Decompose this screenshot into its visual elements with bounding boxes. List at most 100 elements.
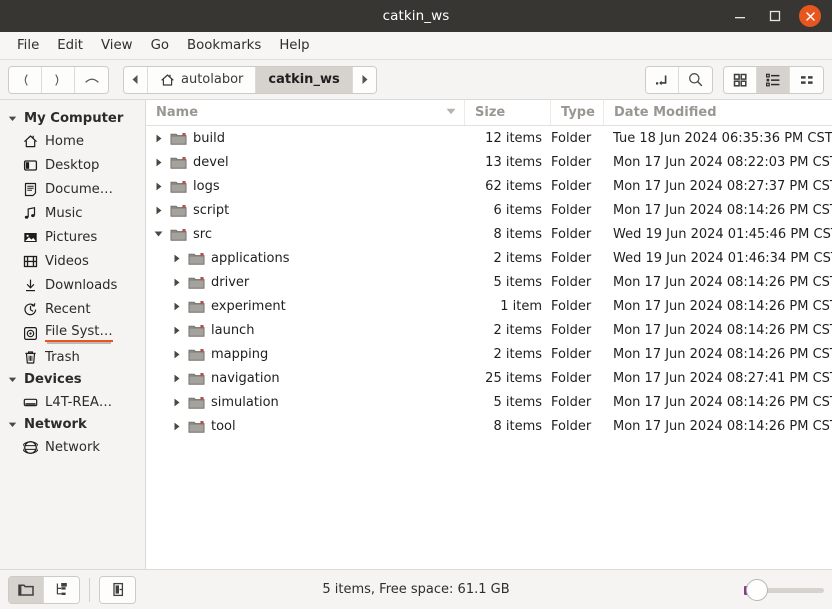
file-date-cell: Mon 17 Jun 2024 08:14:26 PM CST (604, 275, 832, 290)
table-row[interactable]: mapping 2 items Folder Mon 17 Jun 2024 0… (146, 342, 832, 366)
file-size-cell: 2 items (465, 251, 551, 266)
menu-file[interactable]: File (8, 35, 48, 56)
table-row[interactable]: logs 62 items Folder Mon 17 Jun 2024 08:… (146, 174, 832, 198)
breadcrumb-item-autolabor[interactable]: autolabor (148, 67, 256, 93)
sidebar-item-label: Home (45, 134, 84, 149)
file-type-cell: Folder (551, 131, 604, 146)
chevron-down-icon[interactable] (153, 229, 164, 240)
chevron-right-icon[interactable] (153, 133, 164, 144)
chevron-right-icon[interactable] (171, 349, 182, 360)
table-row[interactable]: launch 2 items Folder Mon 17 Jun 2024 08… (146, 318, 832, 342)
sidebar-section-devices[interactable]: Devices (0, 369, 145, 390)
sidebar-item-downloads[interactable]: Downloads (0, 273, 145, 297)
column-header-type[interactable]: Type (551, 100, 604, 125)
chevron-right-icon[interactable] (171, 325, 182, 336)
statusbar-divider (89, 578, 90, 602)
column-header-size[interactable]: Size (465, 100, 551, 125)
file-name-label: navigation (211, 371, 280, 386)
file-size-cell: 5 items (465, 395, 551, 410)
list-view-button[interactable] (757, 67, 790, 93)
sidebar-item-videos[interactable]: Videos (0, 249, 145, 273)
chevron-right-icon[interactable] (171, 421, 182, 432)
icon-view-button[interactable] (724, 67, 757, 93)
table-row[interactable]: navigation 25 items Folder Mon 17 Jun 20… (146, 366, 832, 390)
table-row[interactable]: build 12 items Folder Tue 18 Jun 2024 06… (146, 126, 832, 150)
chevron-right-icon[interactable] (153, 157, 164, 168)
column-header-date-modified[interactable]: Date Modified (604, 100, 832, 125)
zoom-slider[interactable] (744, 580, 824, 600)
minimize-button[interactable] (729, 5, 751, 27)
chevron-right-icon[interactable] (171, 397, 182, 408)
sidebar-item-l4t-readonly[interactable]: L4T-REA… (0, 390, 145, 414)
chevron-right-icon[interactable] (171, 277, 182, 288)
table-row[interactable]: tool 8 items Folder Mon 17 Jun 2024 08:1… (146, 414, 832, 438)
breadcrumb-scroll-right[interactable] (353, 67, 376, 93)
column-header-name[interactable]: Name (146, 100, 465, 125)
menu-go[interactable]: Go (142, 35, 178, 56)
sidebar-item-documents[interactable]: Docume… (0, 177, 145, 201)
file-date-cell: Mon 17 Jun 2024 08:14:26 PM CST (604, 347, 832, 362)
sidebar-section-label: My Computer (24, 111, 123, 126)
chevron-right-icon[interactable] (153, 205, 164, 216)
menu-help[interactable]: Help (270, 35, 318, 56)
sidebar-item-trash[interactable]: Trash (0, 345, 145, 369)
sidebar-item-recent[interactable]: Recent (0, 297, 145, 321)
table-row[interactable]: simulation 5 items Folder Mon 17 Jun 202… (146, 390, 832, 414)
breadcrumb-item-catkin_ws[interactable]: catkin_ws (256, 67, 352, 93)
back-button[interactable] (9, 67, 42, 93)
show-tree-button[interactable] (44, 577, 79, 603)
sidebar-item-label: Trash (45, 350, 80, 365)
maximize-button[interactable] (764, 5, 786, 27)
chevron-right-icon[interactable] (171, 253, 182, 264)
folder-icon (170, 226, 187, 243)
file-type-cell: Folder (551, 203, 604, 218)
menu-edit[interactable]: Edit (48, 35, 92, 56)
table-row[interactable]: driver 5 items Folder Mon 17 Jun 2024 08… (146, 270, 832, 294)
breadcrumb-label: autolabor (181, 72, 243, 87)
sidebar-section-network[interactable]: Network (0, 414, 145, 435)
forward-button[interactable] (42, 67, 75, 93)
sidebar-item-network[interactable]: Network (0, 435, 145, 459)
folder-icon (188, 418, 205, 435)
menu-bookmarks[interactable]: Bookmarks (178, 35, 270, 56)
table-row[interactable]: script 6 items Folder Mon 17 Jun 2024 08… (146, 198, 832, 222)
sidebar-item-desktop[interactable]: Desktop (0, 153, 145, 177)
chevron-right-icon[interactable] (171, 373, 182, 384)
file-type-cell: Folder (551, 251, 604, 266)
file-date-cell: Mon 17 Jun 2024 08:14:26 PM CST (604, 299, 832, 314)
compact-view-button[interactable] (790, 67, 823, 93)
folder-icon (170, 178, 187, 195)
breadcrumb-scroll-left[interactable] (124, 67, 148, 93)
file-list-pane: Name Size Type Date Modified (146, 100, 832, 569)
sidebar-item-file-system[interactable]: File Syst… (0, 321, 145, 345)
column-header-label: Date Modified (614, 105, 717, 120)
chevron-right-icon[interactable] (171, 301, 182, 312)
table-row[interactable]: devel 13 items Folder Mon 17 Jun 2024 08… (146, 150, 832, 174)
table-row[interactable]: applications 2 items Folder Wed 19 Jun 2… (146, 246, 832, 270)
sidebar-section-my-computer[interactable]: My Computer (0, 108, 145, 129)
up-button[interactable] (75, 67, 108, 93)
location-entry-toggle-button[interactable] (646, 67, 679, 93)
sidebar-item-pictures[interactable]: Pictures (0, 225, 145, 249)
file-name-label: logs (193, 179, 220, 194)
file-type-cell: Folder (551, 299, 604, 314)
show-places-button[interactable] (9, 577, 44, 603)
sidebar-item-home[interactable]: Home (0, 129, 145, 153)
chevron-right-icon[interactable] (153, 181, 164, 192)
file-date-cell: Mon 17 Jun 2024 08:14:26 PM CST (604, 203, 832, 218)
file-name-cell: src (146, 226, 465, 243)
file-type-cell: Folder (551, 179, 604, 194)
sidebar-item-music[interactable]: Music (0, 201, 145, 225)
search-button[interactable] (679, 67, 712, 93)
file-size-cell: 2 items (465, 347, 551, 362)
toggle-sidebar-button[interactable] (100, 577, 135, 603)
table-row[interactable]: experiment 1 item Folder Mon 17 Jun 2024… (146, 294, 832, 318)
file-size-cell: 6 items (465, 203, 551, 218)
close-button[interactable] (799, 5, 821, 27)
zoom-slider-knob[interactable] (746, 579, 768, 601)
menu-view[interactable]: View (92, 35, 142, 56)
table-row[interactable]: src 8 items Folder Wed 19 Jun 2024 01:45… (146, 222, 832, 246)
home-icon (160, 73, 175, 87)
home-icon (22, 133, 38, 149)
window-controls (729, 5, 832, 27)
